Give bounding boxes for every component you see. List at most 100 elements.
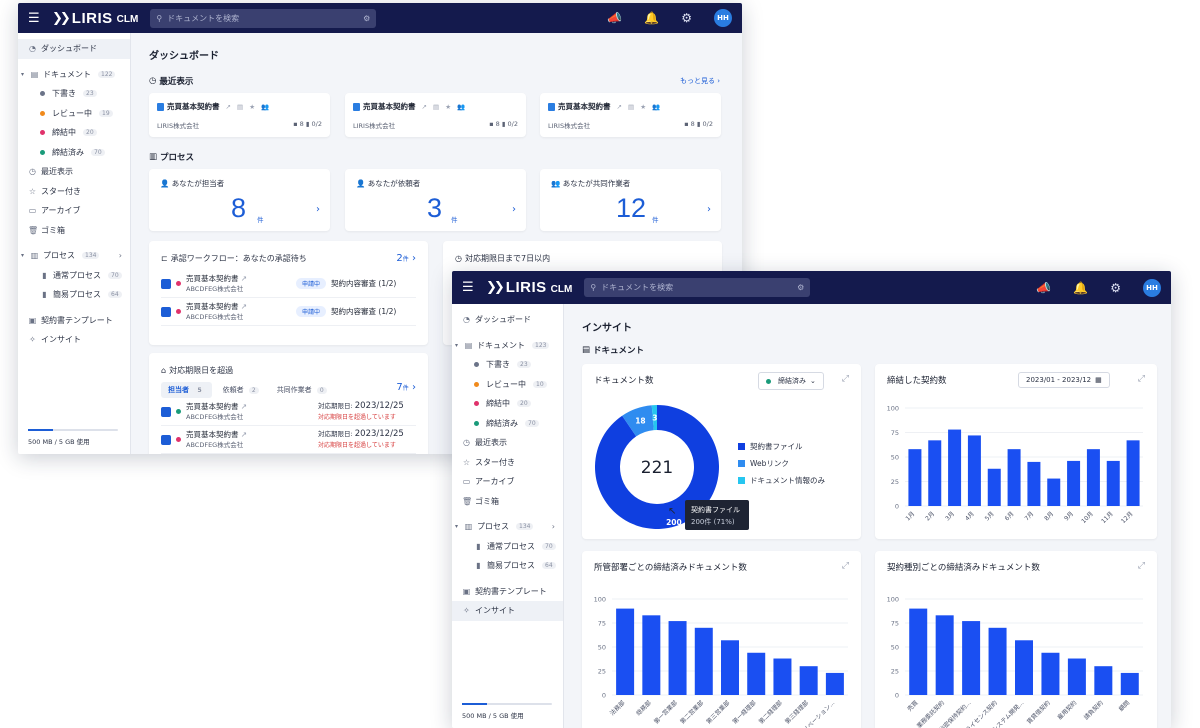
tab-collaborator[interactable]: 共同作業者 0 bbox=[270, 382, 334, 398]
caret-down-icon[interactable]: ▾ bbox=[455, 523, 460, 530]
sidebar-item-starred[interactable]: ☆ スター付き bbox=[18, 182, 130, 202]
sidebar-item-archive[interactable]: ▭ アーカイブ bbox=[452, 472, 563, 492]
sidebar-item-template[interactable]: ▣ 契約書テンプレート bbox=[452, 582, 563, 602]
sidebar-item-documents[interactable]: ▾ ▤ ドキュメント 122 bbox=[18, 65, 130, 85]
filter-icon[interactable]: ⚙ bbox=[363, 14, 370, 23]
logo[interactable]: ❯❯ LIRIS CLM bbox=[486, 279, 572, 296]
sidebar-item-normal-process[interactable]: ▮ 通常プロセス 70 bbox=[452, 537, 563, 557]
x-tick-label: 業務委託契約 bbox=[915, 699, 946, 728]
chevron-right-icon[interactable]: › bbox=[512, 204, 516, 215]
gear-icon[interactable]: ⚙ bbox=[681, 11, 692, 25]
recent-card[interactable]: 売買基本契約書 ↗ ▤ ★ 👥 LIRIS株式会社 ▪ 8 ▮ 0/2 bbox=[149, 93, 330, 137]
search-input[interactable]: ⚲ ドキュメントを検索 ⚙ bbox=[584, 278, 811, 297]
sidebar-item-draft[interactable]: 下書き 23 bbox=[18, 84, 130, 104]
avatar[interactable]: HH bbox=[714, 9, 732, 27]
approval-row[interactable]: 売買基本契約書 ↗ ABCDFEG株式会社 申請中 契約内容審査 (1/2) bbox=[161, 270, 416, 298]
overdue-row[interactable]: 売買基本契約書 ↗ ABCDFEG株式会社 対応期限日: 2023/12/25 対応… bbox=[161, 398, 416, 426]
storage-bar-fill bbox=[28, 429, 54, 431]
x-tick-label: 売買 bbox=[905, 699, 919, 713]
sidebar-item-trash[interactable]: 🗑 ゴミ箱 bbox=[18, 221, 130, 241]
sidebar-item-starred[interactable]: ☆ スター付き bbox=[452, 453, 563, 473]
menu-icon[interactable]: ☰ bbox=[28, 11, 46, 26]
menu-icon[interactable]: ☰ bbox=[462, 280, 480, 295]
sidebar-item-signed[interactable]: 締結済み 70 bbox=[18, 143, 130, 163]
sidebar-item-signing[interactable]: 締結中 20 bbox=[452, 394, 563, 414]
recent-card[interactable]: 売買基本契約書 ↗ ▤ ★ 👥 LIRIS株式会社 ▪ 8 ▮ 0/2 bbox=[540, 93, 721, 137]
x-tick-label: 第二経理部 bbox=[757, 699, 784, 726]
count-badge: 70 bbox=[542, 542, 556, 550]
external-link-icon[interactable]: ↗ bbox=[241, 274, 247, 283]
sidebar-item-dashboard[interactable]: ◔ ダッシュボード bbox=[18, 39, 130, 59]
chevron-right-icon[interactable]: › bbox=[707, 204, 711, 215]
approval-row[interactable]: 売買基本契約書 ↗ ABCDFEG株式会社 申請中 契約内容審査 (1/2) bbox=[161, 298, 416, 326]
overdue-row[interactable]: 売買基本契約書 ↗ ABCDFEG株式会社 対応期限日: 2023/12/25 対応… bbox=[161, 426, 416, 454]
recent-card[interactable]: 売買基本契約書 ↗ ▤ ★ 👥 LIRIS株式会社 ▪ 8 ▮ 0/2 bbox=[345, 93, 526, 137]
chevron-right-icon[interactable]: › bbox=[552, 522, 555, 531]
chevron-right-icon[interactable]: › bbox=[119, 251, 122, 260]
sidebar-item-simple-process[interactable]: ▮ 簡易プロセス 64 bbox=[452, 556, 563, 576]
bell-icon[interactable]: 🔔 bbox=[1073, 281, 1088, 295]
sidebar-item-recent[interactable]: ◷ 最近表示 bbox=[452, 433, 563, 453]
announcement-icon[interactable]: 📣 bbox=[1036, 281, 1051, 295]
sidebar-item-recent[interactable]: ◷ 最近表示 bbox=[18, 162, 130, 182]
process-card-requester[interactable]: 👤 あなたが依頼者 3 件 › bbox=[345, 169, 526, 231]
section-label: 最近表示 bbox=[159, 77, 194, 87]
caret-down-icon[interactable]: ▾ bbox=[21, 252, 26, 259]
approval-count-link[interactable]: 2件 › bbox=[396, 253, 416, 264]
sidebar-item-process[interactable]: ▾ ▥ プロセス 134 › bbox=[452, 517, 563, 537]
sidebar-item-trash[interactable]: 🗑 ゴミ箱 bbox=[452, 492, 563, 512]
logo[interactable]: ❯❯ LIRIS CLM bbox=[52, 10, 138, 27]
sidebar-item-normal-process[interactable]: ▮ 通常プロセス 70 bbox=[18, 266, 130, 286]
announcement-icon[interactable]: 📣 bbox=[607, 11, 622, 25]
avatar[interactable]: HH bbox=[1143, 278, 1161, 297]
search-input[interactable]: ⚲ ドキュメントを検索 ⚙ bbox=[150, 8, 377, 28]
process-bars-icon: ▮ bbox=[476, 541, 481, 551]
tab-requester[interactable]: 依頼者 2 bbox=[216, 382, 266, 398]
external-link-icon[interactable]: ↗ bbox=[241, 402, 247, 411]
caret-down-icon[interactable]: ▾ bbox=[21, 71, 26, 78]
caret-down-icon[interactable]: ▾ bbox=[455, 342, 460, 349]
x-tick-label: 第三経理部 bbox=[783, 699, 810, 726]
process-card-assignee[interactable]: 👤 あなたが担当者 8 件 › bbox=[149, 169, 330, 231]
y-tick-label: 50 bbox=[598, 644, 606, 652]
sidebar-item-template[interactable]: ▣ 契約書テンプレート bbox=[18, 311, 130, 331]
external-link-icon[interactable]: ↗ bbox=[241, 430, 247, 439]
card-action-icons[interactable]: ↗ ▤ ★ 👥 bbox=[422, 103, 468, 111]
count-unit: 件 bbox=[257, 216, 264, 224]
card-action-icons[interactable]: ↗ ▤ ★ 👥 bbox=[226, 103, 272, 111]
logo-text: LIRIS bbox=[505, 279, 547, 296]
card-action-icons[interactable]: ↗ ▤ ★ 👥 bbox=[617, 103, 663, 111]
due-label: 対応期限日: bbox=[318, 401, 355, 410]
filter-icon[interactable]: ⚙ bbox=[797, 283, 804, 292]
sidebar-item-review[interactable]: レビュー中 19 bbox=[18, 104, 130, 124]
sidebar-item-simple-process[interactable]: ▮ 簡易プロセス 64 bbox=[18, 285, 130, 305]
tab-assignee[interactable]: 担当者 5 bbox=[161, 382, 212, 398]
bell-icon[interactable]: 🔔 bbox=[644, 11, 659, 25]
process-count: 3 bbox=[427, 193, 443, 223]
sidebar-item-insight[interactable]: ✧ インサイト bbox=[452, 601, 563, 621]
users-icon: 👥 bbox=[551, 179, 561, 188]
sidebar-item-insight[interactable]: ✧ インサイト bbox=[18, 330, 130, 350]
sidebar-item-documents[interactable]: ▾ ▤ ドキュメント 123 bbox=[452, 336, 563, 356]
sidebar-item-dashboard[interactable]: ◔ ダッシュボード bbox=[452, 310, 563, 330]
gear-icon[interactable]: ⚙ bbox=[1110, 281, 1121, 295]
process-bars-icon: ▮ bbox=[42, 270, 47, 280]
sidebar-item-signing[interactable]: 締結中 20 bbox=[18, 123, 130, 143]
dashboard-icon: ◔ bbox=[29, 44, 36, 54]
process-card-collaborator[interactable]: 👥 あなたが共同作業者 12 件 › bbox=[540, 169, 721, 231]
sidebar-item-signed[interactable]: 締結済み 70 bbox=[452, 414, 563, 434]
sidebar-item-draft[interactable]: 下書き 23 bbox=[452, 355, 563, 375]
status-dot bbox=[40, 130, 45, 136]
sidebar-label: 締結中 bbox=[52, 128, 76, 138]
sidebar-item-archive[interactable]: ▭ アーカイブ bbox=[18, 201, 130, 221]
type-bar-card: 契約種別ごとの締結済みドキュメント数 ⤢ 0 25 50 75 100 売買 業務委託契約秘… bbox=[875, 551, 1157, 728]
overdue-count-link[interactable]: 7件 › bbox=[396, 382, 416, 398]
sidebar-item-review[interactable]: レビュー中 10 bbox=[452, 375, 563, 395]
see-more-link[interactable]: もっと見る › bbox=[680, 76, 720, 86]
sidebar-item-process[interactable]: ▾ ▥ プロセス 134 › bbox=[18, 246, 130, 266]
document-icon: ▤ bbox=[464, 340, 473, 350]
chevron-right-icon[interactable]: › bbox=[316, 204, 320, 215]
page-count: 0/2 bbox=[702, 120, 713, 128]
bar bbox=[1120, 672, 1139, 695]
external-link-icon[interactable]: ↗ bbox=[241, 302, 247, 311]
